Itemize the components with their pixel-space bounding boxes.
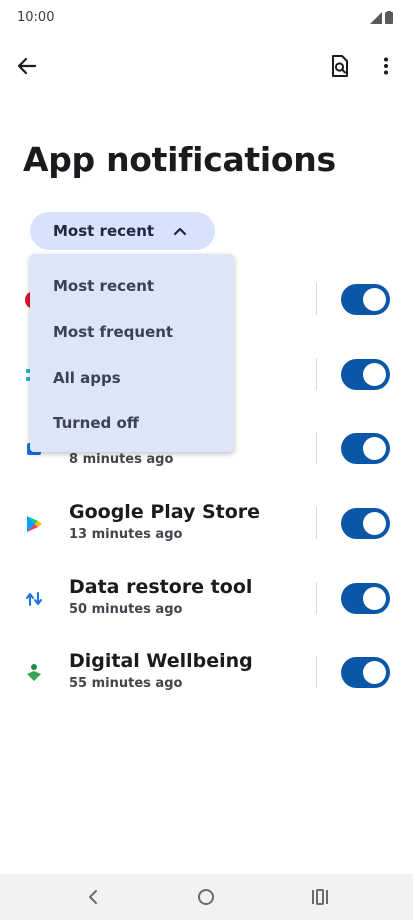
menu-item-label: All apps	[53, 369, 121, 387]
divider	[316, 283, 317, 315]
status-time: 10:00	[17, 10, 55, 25]
app-name: Google Play Store	[69, 501, 261, 523]
toggle-knob	[363, 587, 386, 610]
app-row[interactable]: Digital Wellbeing 55 minutes ago	[0, 638, 413, 708]
notification-toggle[interactable]	[341, 583, 390, 614]
arrow-back-icon	[17, 57, 37, 75]
notification-toggle[interactable]	[341, 657, 390, 688]
battery-icon	[385, 11, 393, 24]
toggle-knob	[363, 512, 386, 535]
search-settings-button[interactable]	[320, 46, 360, 86]
chevron-up-icon	[173, 227, 187, 236]
data-restore-icon	[26, 592, 42, 606]
divider	[316, 582, 317, 614]
menu-item-label: Most frequent	[53, 323, 174, 341]
app-time: 55 minutes ago	[69, 676, 183, 691]
back-button[interactable]	[7, 46, 47, 86]
search-settings-icon	[332, 55, 348, 77]
nav-back-button[interactable]	[75, 882, 111, 912]
menu-item-most-recent[interactable]: Most recent	[30, 263, 234, 309]
menu-item-turned-off[interactable]: Turned off	[30, 400, 234, 446]
page-title: App notifications	[23, 140, 336, 179]
divider	[316, 507, 317, 539]
menu-item-label: Turned off	[53, 414, 139, 432]
signal-icon	[370, 11, 382, 24]
status-bar: 10:00	[0, 0, 413, 36]
app-name: Data restore tool	[69, 576, 253, 598]
divider	[316, 432, 317, 464]
more-options-button[interactable]	[366, 46, 406, 86]
notification-toggle[interactable]	[341, 284, 390, 315]
nav-recents-button[interactable]	[302, 882, 338, 912]
app-time: 13 minutes ago	[69, 527, 183, 542]
menu-item-all-apps[interactable]: All apps	[30, 355, 234, 401]
nav-back-icon	[89, 890, 97, 904]
menu-item-most-frequent[interactable]: Most frequent	[30, 309, 234, 355]
app-time: 8 minutes ago	[69, 452, 174, 467]
digital-wellbeing-icon	[27, 664, 41, 681]
status-icons	[370, 11, 393, 24]
sort-dropdown-chip[interactable]: Most recent	[30, 212, 215, 250]
nav-home-button[interactable]	[188, 882, 224, 912]
system-nav-bar	[0, 874, 413, 920]
app-time: 50 minutes ago	[69, 602, 183, 617]
toggle-knob	[363, 437, 386, 460]
notification-toggle[interactable]	[341, 433, 390, 464]
nav-home-icon	[198, 889, 214, 905]
play-store-icon	[27, 516, 42, 532]
divider	[316, 656, 317, 688]
more-vert-icon	[384, 57, 388, 75]
toggle-knob	[363, 661, 386, 684]
toggle-knob	[363, 363, 386, 386]
notification-toggle[interactable]	[341, 359, 390, 390]
menu-item-label: Most recent	[53, 277, 155, 295]
app-row[interactable]: Google Play Store 13 minutes ago	[0, 489, 413, 559]
toggle-knob	[363, 288, 386, 311]
app-row[interactable]: Data restore tool 50 minutes ago	[0, 564, 413, 634]
sort-selected-label: Most recent	[53, 222, 155, 240]
sort-dropdown-menu: Most recent Most frequent All apps Turne…	[30, 254, 234, 452]
app-name: Digital Wellbeing	[69, 650, 253, 672]
app-bar	[0, 46, 413, 90]
nav-recents-icon	[312, 889, 328, 905]
notification-toggle[interactable]	[341, 508, 390, 539]
divider	[316, 358, 317, 390]
